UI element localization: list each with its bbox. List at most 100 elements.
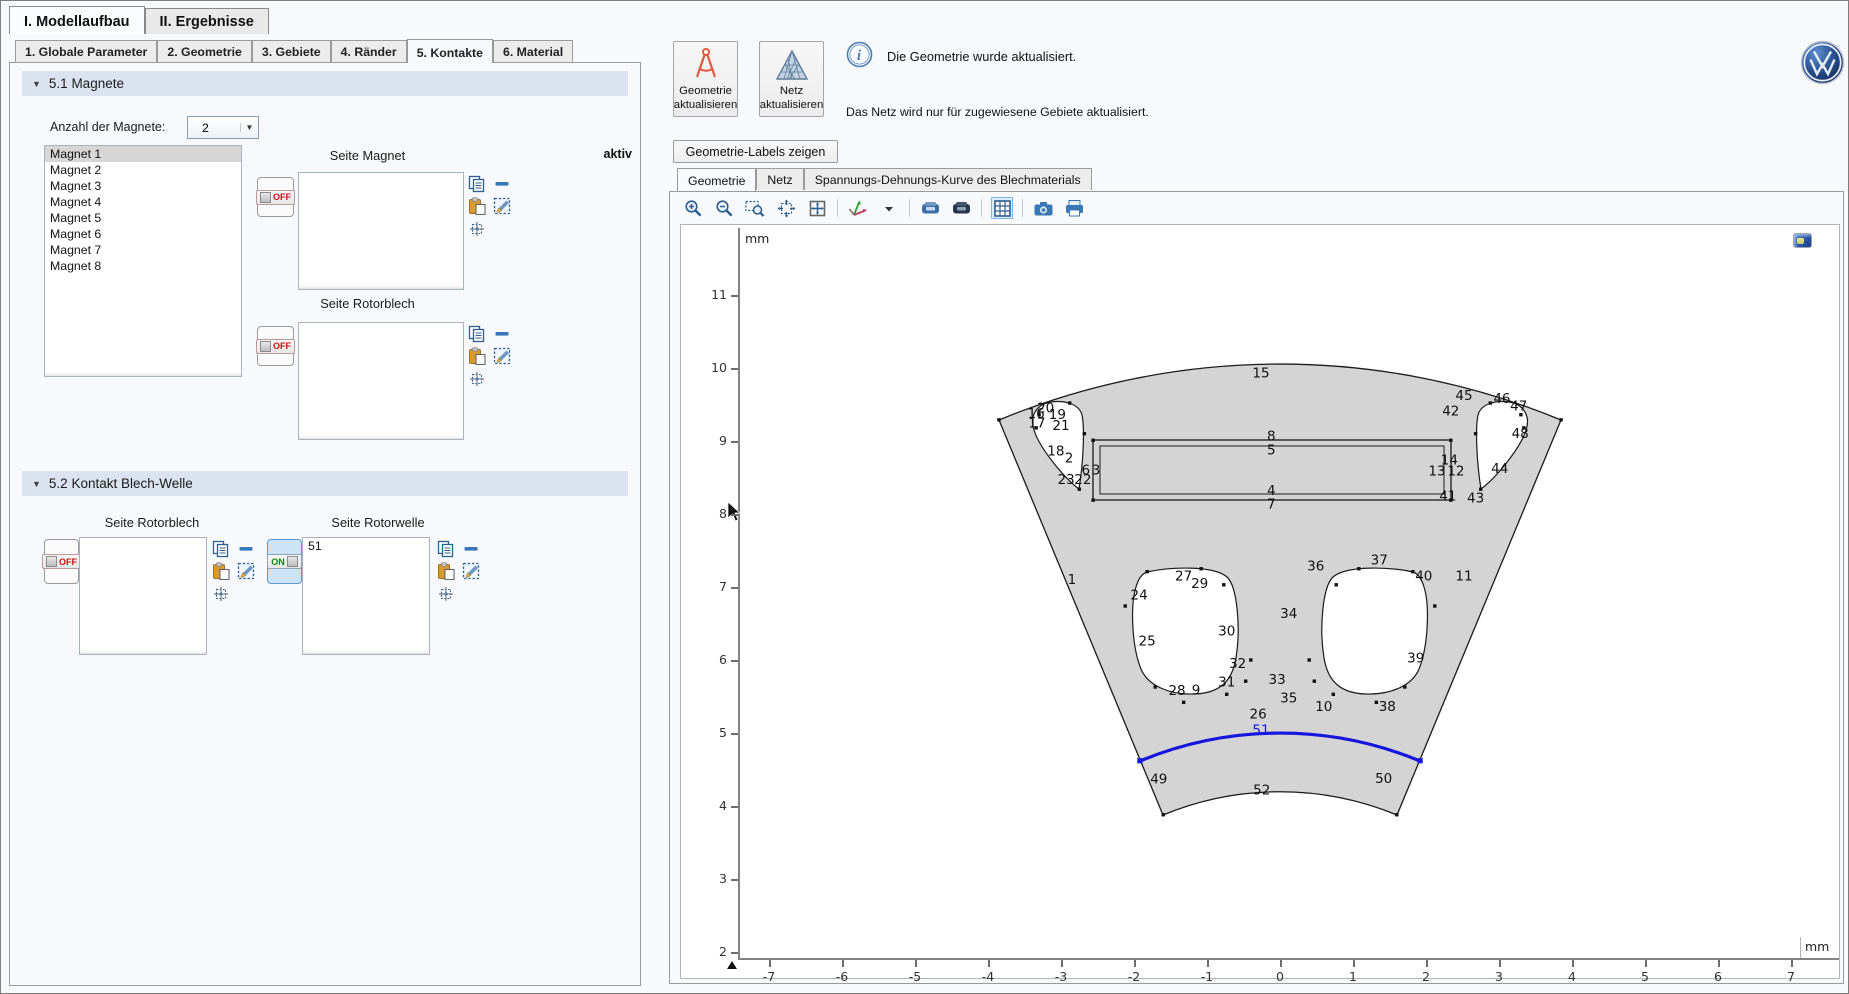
geometry-vertex[interactable] [1332,693,1335,696]
paste-icon[interactable] [437,562,455,580]
geometry-vertex[interactable] [1249,658,1252,661]
magnet-list-item[interactable]: Magnet 8 [45,258,241,274]
main-tab-ii-ergebnisse[interactable]: II. Ergebnisse [145,8,269,34]
kontakt-rotorblech-selection-list[interactable] [79,537,207,655]
geometry-vertex[interactable] [1433,604,1436,607]
geometry-vertex[interactable] [1313,679,1316,682]
selected-boundary-item[interactable]: 51 [303,538,429,554]
zoom-to-selection-icon[interactable] [469,221,487,239]
zoom-to-selection-icon[interactable] [213,586,231,604]
zoom-selected-icon[interactable] [775,197,797,219]
clear-selection-icon[interactable] [237,562,255,580]
magnet-list-item[interactable]: Magnet 7 [45,242,241,258]
step-tab-5-kontakte[interactable]: 5. Kontakte [407,39,493,63]
minus-icon[interactable] [495,325,513,343]
geometry-vertex[interactable] [1335,583,1338,586]
magnet-list-item[interactable]: Magnet 5 [45,210,241,226]
geometry-vertex[interactable] [1308,658,1311,661]
clear-selection-icon[interactable] [493,197,511,215]
anzahl-magnete-select[interactable]: 2 ▼ [187,116,259,139]
step-tab-4-ränder[interactable]: 4. Ränder [331,40,407,62]
copy-icon[interactable] [468,175,486,193]
copy-icon[interactable] [468,325,486,343]
zoom-in-icon[interactable] [682,197,704,219]
seite-rotorblech-selection-list[interactable] [298,322,464,440]
geometry-vertex[interactable] [1162,813,1165,816]
zoom-to-selection-icon[interactable] [469,371,487,389]
magnet-list-item[interactable]: Magnet 6 [45,226,241,242]
paste-icon[interactable] [468,197,486,215]
zoom-to-selection-icon[interactable] [438,586,456,604]
section-header-magnete[interactable]: ▼ 5.1 Magnete [22,71,628,96]
zoom-out-icon[interactable] [713,197,735,219]
paste-icon[interactable] [468,347,486,365]
geometry-vertex[interactable] [1182,701,1185,704]
zoom-box-icon[interactable] [744,197,766,219]
geometry-vertex[interactable] [1357,567,1360,570]
geometry-vertex[interactable] [1559,418,1562,421]
geometry-vertex[interactable] [1153,685,1156,688]
geometry-vertex[interactable] [1199,567,1202,570]
geometry-vertex[interactable] [1091,498,1094,501]
view-tab-spannungs-dehnungs-kurve-des-blechmaterials[interactable]: Spannungs-Dehnungs-Kurve des Blechmateri… [804,168,1092,190]
axis-orientation-icon[interactable] [847,197,869,219]
kontakt-rotorblech-toggle-off[interactable]: OFF [44,539,79,584]
copy-icon[interactable] [437,540,455,558]
clear-selection-icon[interactable] [493,347,511,365]
printer-icon[interactable] [1063,197,1085,219]
geometry-vertex[interactable] [1145,570,1148,573]
magnet-list-item[interactable]: Magnet 1 [45,146,241,162]
camera-icon[interactable] [1032,197,1054,219]
copy-icon[interactable] [212,540,230,558]
snapshot-blue-icon[interactable] [919,197,941,219]
geometry-plot-canvas[interactable]: mm mm 1520161917211826323228547454647424… [680,224,1840,979]
step-tab-2-geometrie[interactable]: 2. Geometrie [157,40,252,62]
geometry-vertex[interactable] [1124,604,1127,607]
main-tab-i-modellaufbau[interactable]: I. Modellaufbau [9,6,145,34]
caret-down-icon[interactable] [878,197,900,219]
step-tab-6-material[interactable]: 6. Material [493,40,573,62]
kontakt-rotorwelle-toggle-on[interactable]: ON [267,539,302,584]
highlighted-edge-vertex[interactable] [1137,758,1142,763]
geometry-vertex[interactable] [1244,679,1247,682]
grid-icon[interactable] [991,197,1013,219]
magnet-list-item[interactable]: Magnet 4 [45,194,241,210]
seite-rotorblech-toggle-off[interactable]: OFF [257,326,294,366]
show-geometry-labels-button[interactable]: Geometrie-Labels zeigen [673,140,838,163]
geometry-vertex[interactable] [1375,701,1378,704]
section-header-kontakt[interactable]: ▼ 5.2 Kontakt Blech-Welle [22,471,628,496]
geometry-vertex[interactable] [1083,432,1086,435]
geometry-vertex[interactable] [1449,439,1452,442]
geometry-vertex[interactable] [1068,401,1071,404]
geometry-vertex[interactable] [1091,439,1094,442]
zoom-extents-icon[interactable] [806,197,828,219]
view-tab-netz[interactable]: Netz [756,168,803,190]
geometry-vertex[interactable] [997,418,1000,421]
minus-icon[interactable] [495,175,513,193]
update-geometry-button[interactable]: Geometrie aktualisieren [673,41,738,117]
update-mesh-button[interactable]: Netz aktualisieren [759,41,824,117]
geometry-vertex[interactable] [1411,570,1414,573]
step-tab-3-gebiete[interactable]: 3. Gebiete [252,40,331,62]
geometry-vertex[interactable] [1403,685,1406,688]
snapshot-dark-icon[interactable] [950,197,972,219]
geometry-vertex[interactable] [1395,813,1398,816]
step-tab-1-globale-parameter[interactable]: 1. Globale Parameter [15,40,157,62]
highlighted-edge-vertex[interactable] [1418,758,1423,763]
seite-magnet-selection-list[interactable] [298,172,464,290]
right-flux-barrier-cutout[interactable] [1322,568,1428,694]
geometry-vertex[interactable] [1222,583,1225,586]
magnet-list-item[interactable]: Magnet 3 [45,178,241,194]
clear-selection-icon[interactable] [462,562,480,580]
magnet-list-item[interactable]: Magnet 2 [45,162,241,178]
kontakt-rotorwelle-selection-list[interactable]: 51 [302,537,430,655]
view-tab-geometrie[interactable]: Geometrie [677,168,756,191]
geometry-vertex[interactable] [1474,432,1477,435]
seite-magnet-toggle-off[interactable]: OFF [257,177,294,217]
geometry-vertex[interactable] [1225,693,1228,696]
minus-icon[interactable] [239,540,257,558]
minus-icon[interactable] [464,540,482,558]
geometry-vertex[interactable] [1489,401,1492,404]
paste-icon[interactable] [212,562,230,580]
magnet-listbox[interactable]: Magnet 1Magnet 2Magnet 3Magnet 4Magnet 5… [44,145,242,377]
